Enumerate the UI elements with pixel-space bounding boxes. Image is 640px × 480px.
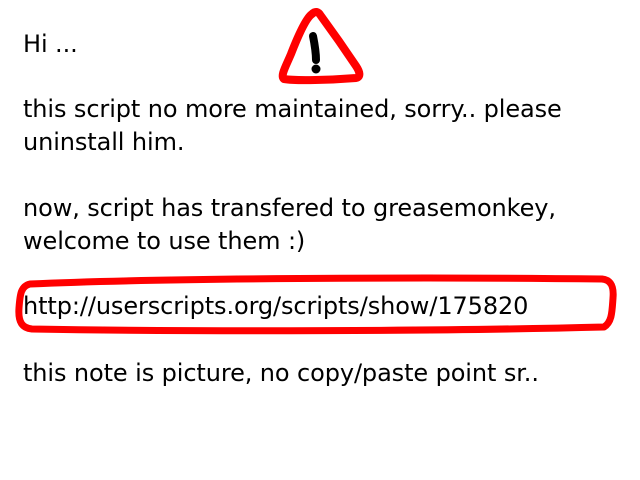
greeting-text: Hi ... — [23, 30, 78, 58]
transfer-message-line-1: now, script has transfered to greasemonk… — [23, 194, 556, 222]
warning-icon — [278, 7, 364, 85]
transfer-message-line-2: welcome to use them :) — [23, 227, 306, 255]
footer-note: this note is picture, no copy/paste poin… — [23, 359, 539, 387]
userscripts-url-text: http://userscripts.org/scripts/show/1758… — [23, 292, 529, 320]
maintenance-message-line-1: this script no more maintained, sorry.. … — [23, 95, 562, 123]
maintenance-message-line-2: uninstall him. — [23, 128, 185, 156]
